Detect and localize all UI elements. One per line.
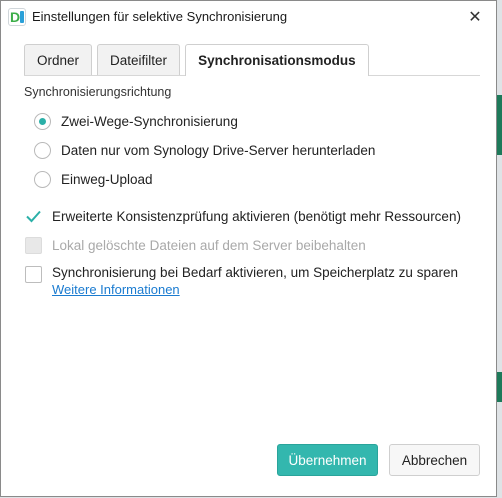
on-demand-checkbox[interactable] bbox=[25, 266, 42, 283]
title-bar: D Einstellungen für selektive Synchronis… bbox=[1, 1, 496, 33]
keep-deleted-checkbox bbox=[25, 237, 42, 254]
radio-label-two-way: Zwei-Wege-Synchronisierung bbox=[61, 114, 238, 129]
more-info-link[interactable]: Weitere Informationen bbox=[52, 281, 458, 298]
tab-dateifilter[interactable]: Dateifilter bbox=[97, 44, 181, 75]
dialog-window: D Einstellungen für selektive Synchronis… bbox=[0, 0, 497, 497]
radio-button-download-only[interactable] bbox=[34, 142, 51, 159]
tab-ordner[interactable]: Ordner bbox=[24, 44, 93, 75]
radio-two-way[interactable]: Zwei-Wege-Synchronisierung bbox=[34, 113, 238, 130]
app-icon-letter: D bbox=[10, 9, 21, 25]
consistency-label: Erweiterte Konsistenzprüfung aktivieren … bbox=[52, 209, 461, 224]
background-window-edge-lower bbox=[497, 372, 502, 402]
consistency-checkbox[interactable] bbox=[25, 208, 42, 225]
apply-button[interactable]: Übernehmen bbox=[277, 444, 378, 476]
radio-label-one-way-upload: Einweg-Upload bbox=[61, 172, 153, 187]
on-demand-label: Synchronisierung bei Bedarf aktivieren, … bbox=[52, 265, 458, 280]
sync-direction-heading: Synchronisierungsrichtung bbox=[24, 85, 172, 99]
radio-button-two-way[interactable] bbox=[34, 113, 51, 130]
keep-deleted-label: Lokal gelöschte Dateien auf dem Server b… bbox=[52, 238, 366, 253]
tab-bar: Ordner Dateifilter Synchronisationsmodus bbox=[24, 44, 374, 76]
radio-download-only[interactable]: Daten nur vom Synology Drive-Server heru… bbox=[34, 142, 375, 159]
background-window-edge bbox=[497, 95, 502, 155]
synology-drive-icon: D bbox=[8, 8, 26, 26]
checkmark-icon bbox=[26, 210, 41, 223]
close-button[interactable]: ✕ bbox=[462, 4, 488, 30]
tab-synchronisationsmodus[interactable]: Synchronisationsmodus bbox=[185, 44, 369, 76]
radio-button-one-way-upload[interactable] bbox=[34, 171, 51, 188]
close-icon: ✕ bbox=[468, 9, 482, 26]
window-title: Einstellungen für selektive Synchronisie… bbox=[32, 9, 288, 24]
cancel-button[interactable]: Abbrechen bbox=[389, 444, 480, 476]
option-on-demand: Synchronisierung bei Bedarf aktivieren, … bbox=[25, 264, 458, 298]
option-keep-deleted: Lokal gelöschte Dateien auf dem Server b… bbox=[25, 237, 366, 254]
app-icon-bar bbox=[20, 11, 24, 23]
option-consistency-check: Erweiterte Konsistenzprüfung aktivieren … bbox=[25, 208, 461, 225]
radio-one-way-upload[interactable]: Einweg-Upload bbox=[34, 171, 153, 188]
radio-label-download-only: Daten nur vom Synology Drive-Server heru… bbox=[61, 143, 376, 158]
